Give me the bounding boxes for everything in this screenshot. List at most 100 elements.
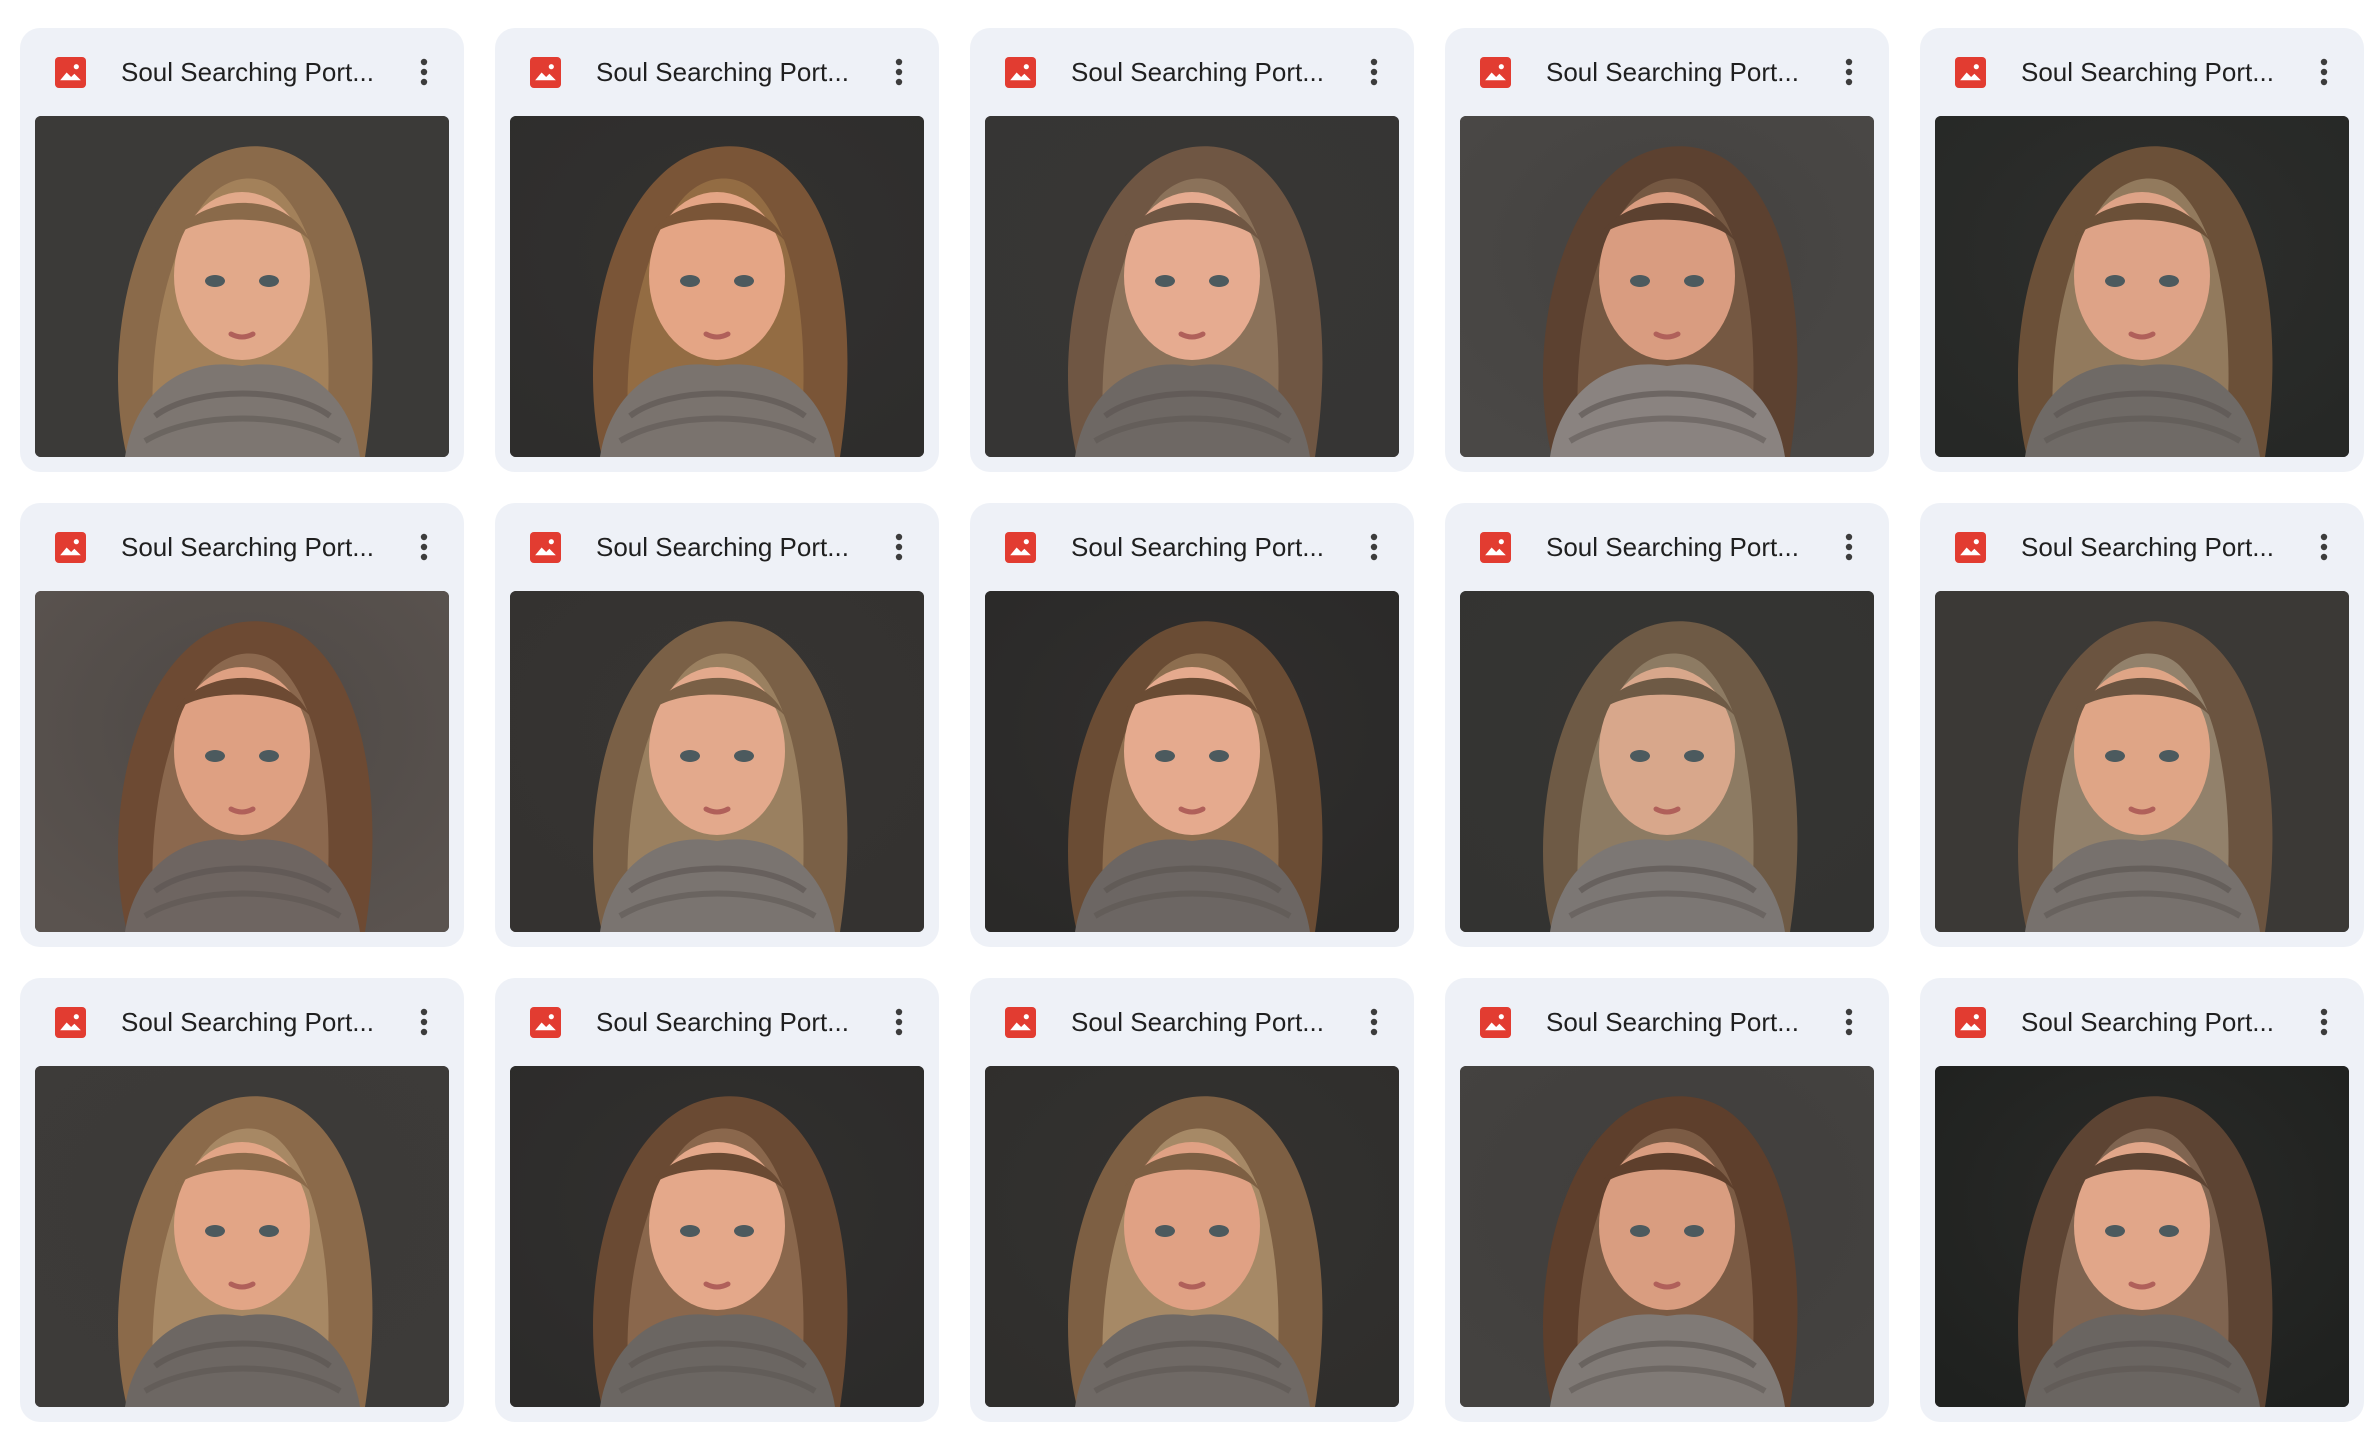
file-card-header: Soul Searching Port...	[495, 978, 939, 1066]
more-vert-icon	[420, 1008, 428, 1036]
file-card-header: Soul Searching Port...	[970, 28, 1414, 116]
more-options-button[interactable]	[1829, 1002, 1869, 1042]
file-title: Soul Searching Port...	[1546, 1007, 1799, 1037]
more-options-button[interactable]	[879, 52, 919, 92]
image-file-icon	[530, 1007, 561, 1038]
image-file-icon	[55, 532, 86, 563]
file-card[interactable]: Soul Searching Port...	[20, 978, 464, 1422]
file-grid: Soul Searching Port... Soul Searching Po…	[20, 28, 2364, 1422]
more-vert-icon	[895, 58, 903, 86]
image-thumbnail[interactable]	[510, 1066, 924, 1407]
image-file-icon	[1955, 57, 1986, 88]
image-file-icon	[1955, 532, 1986, 563]
image-thumbnail[interactable]	[985, 1066, 1399, 1407]
file-title: Soul Searching Port...	[1071, 532, 1324, 562]
file-card-header: Soul Searching Port...	[495, 503, 939, 591]
image-thumbnail[interactable]	[1935, 116, 2349, 457]
file-card-header: Soul Searching Port...	[1920, 978, 2364, 1066]
image-thumbnail[interactable]	[35, 116, 449, 457]
image-thumbnail[interactable]	[1460, 116, 1874, 457]
file-card-header: Soul Searching Port...	[1920, 28, 2364, 116]
image-thumbnail[interactable]	[510, 116, 924, 457]
file-card[interactable]: Soul Searching Port...	[1920, 503, 2364, 947]
file-card[interactable]: Soul Searching Port...	[970, 503, 1414, 947]
image-file-icon	[1480, 532, 1511, 563]
more-vert-icon	[1845, 58, 1853, 86]
image-file-icon	[530, 57, 561, 88]
more-options-button[interactable]	[2304, 1002, 2344, 1042]
file-card[interactable]: Soul Searching Port...	[495, 28, 939, 472]
file-card[interactable]: Soul Searching Port...	[1445, 978, 1889, 1422]
file-card-header: Soul Searching Port...	[20, 28, 464, 116]
file-card[interactable]: Soul Searching Port...	[1445, 28, 1889, 472]
file-card[interactable]: Soul Searching Port...	[495, 503, 939, 947]
image-file-icon	[1005, 57, 1036, 88]
image-thumbnail[interactable]	[35, 591, 449, 932]
more-options-button[interactable]	[879, 1002, 919, 1042]
more-options-button[interactable]	[1354, 52, 1394, 92]
more-vert-icon	[420, 58, 428, 86]
file-card[interactable]: Soul Searching Port...	[970, 28, 1414, 472]
image-thumbnail[interactable]	[985, 591, 1399, 932]
file-card[interactable]: Soul Searching Port...	[20, 503, 464, 947]
file-title: Soul Searching Port...	[2021, 1007, 2274, 1037]
more-options-button[interactable]	[1829, 527, 1869, 567]
file-card[interactable]: Soul Searching Port...	[20, 28, 464, 472]
file-title: Soul Searching Port...	[121, 1007, 374, 1037]
file-card-header: Soul Searching Port...	[970, 503, 1414, 591]
image-thumbnail[interactable]	[1460, 1066, 1874, 1407]
file-card-header: Soul Searching Port...	[1920, 503, 2364, 591]
more-vert-icon	[1370, 1008, 1378, 1036]
image-file-icon	[1480, 57, 1511, 88]
more-vert-icon	[1370, 533, 1378, 561]
file-title: Soul Searching Port...	[596, 57, 849, 87]
file-title: Soul Searching Port...	[596, 1007, 849, 1037]
image-thumbnail[interactable]	[1460, 591, 1874, 932]
image-file-icon	[55, 1007, 86, 1038]
image-file-icon	[1005, 1007, 1036, 1038]
more-options-button[interactable]	[404, 52, 444, 92]
image-file-icon	[55, 57, 86, 88]
file-card[interactable]: Soul Searching Port...	[495, 978, 939, 1422]
more-vert-icon	[2320, 1008, 2328, 1036]
image-thumbnail[interactable]	[35, 1066, 449, 1407]
file-card[interactable]: Soul Searching Port...	[1920, 978, 2364, 1422]
more-options-button[interactable]	[2304, 52, 2344, 92]
file-title: Soul Searching Port...	[1071, 1007, 1324, 1037]
file-title: Soul Searching Port...	[1071, 57, 1324, 87]
file-card-header: Soul Searching Port...	[1445, 978, 1889, 1066]
more-vert-icon	[2320, 58, 2328, 86]
more-vert-icon	[420, 533, 428, 561]
file-card[interactable]: Soul Searching Port...	[1920, 28, 2364, 472]
more-vert-icon	[1370, 58, 1378, 86]
file-card[interactable]: Soul Searching Port...	[970, 978, 1414, 1422]
file-card-header: Soul Searching Port...	[20, 503, 464, 591]
image-thumbnail[interactable]	[985, 116, 1399, 457]
file-title: Soul Searching Port...	[121, 532, 374, 562]
file-card-header: Soul Searching Port...	[495, 28, 939, 116]
file-card-header: Soul Searching Port...	[1445, 28, 1889, 116]
more-vert-icon	[1845, 533, 1853, 561]
more-options-button[interactable]	[1354, 1002, 1394, 1042]
more-options-button[interactable]	[1354, 527, 1394, 567]
file-title: Soul Searching Port...	[2021, 57, 2274, 87]
file-title: Soul Searching Port...	[121, 57, 374, 87]
image-file-icon	[530, 532, 561, 563]
image-thumbnail[interactable]	[510, 591, 924, 932]
more-options-button[interactable]	[1829, 52, 1869, 92]
image-thumbnail[interactable]	[1935, 591, 2349, 932]
image-thumbnail[interactable]	[1935, 1066, 2349, 1407]
more-options-button[interactable]	[879, 527, 919, 567]
image-file-icon	[1480, 1007, 1511, 1038]
more-options-button[interactable]	[2304, 527, 2344, 567]
more-vert-icon	[895, 1008, 903, 1036]
more-vert-icon	[895, 533, 903, 561]
more-vert-icon	[1845, 1008, 1853, 1036]
image-file-icon	[1005, 532, 1036, 563]
more-options-button[interactable]	[404, 527, 444, 567]
more-vert-icon	[2320, 533, 2328, 561]
file-title: Soul Searching Port...	[2021, 532, 2274, 562]
more-options-button[interactable]	[404, 1002, 444, 1042]
file-card[interactable]: Soul Searching Port...	[1445, 503, 1889, 947]
file-title: Soul Searching Port...	[596, 532, 849, 562]
